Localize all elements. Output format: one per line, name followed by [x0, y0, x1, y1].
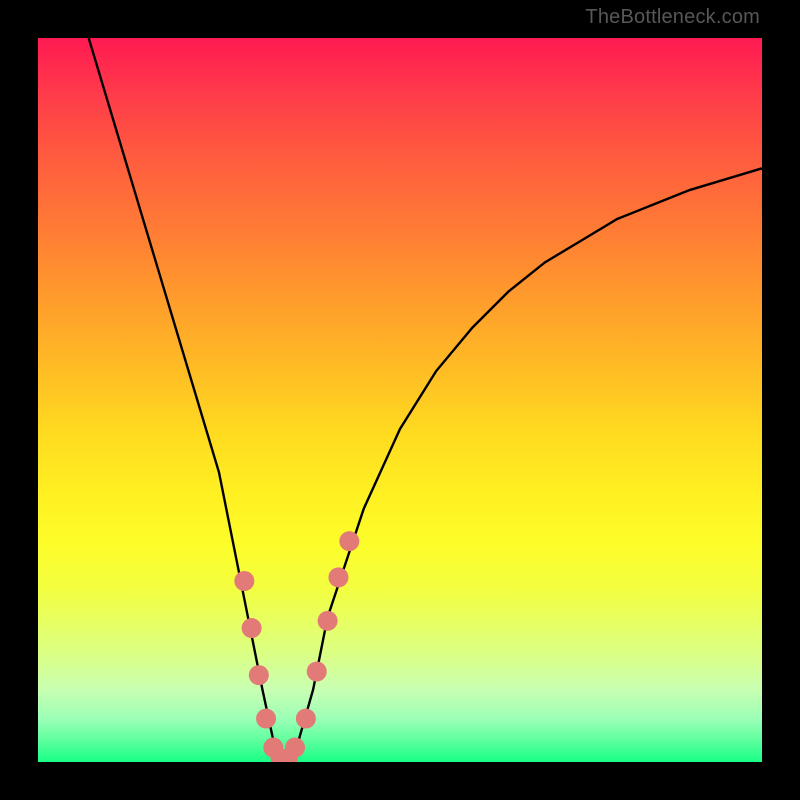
highlight-dot — [256, 709, 276, 729]
highlight-dot — [307, 662, 327, 682]
bottleneck-curve — [89, 38, 762, 762]
chart-frame: TheBottleneck.com — [0, 0, 800, 800]
highlight-dot — [285, 738, 305, 758]
highlight-dot — [318, 611, 338, 631]
plot-area — [38, 38, 762, 762]
highlight-dot — [234, 571, 254, 591]
highlight-dot — [328, 567, 348, 587]
highlight-dot — [339, 531, 359, 551]
watermark-text: TheBottleneck.com — [585, 6, 760, 29]
highlight-dot — [296, 709, 316, 729]
highlight-dot — [242, 618, 262, 638]
highlight-dot — [249, 665, 269, 685]
chart-overlay — [38, 38, 762, 762]
